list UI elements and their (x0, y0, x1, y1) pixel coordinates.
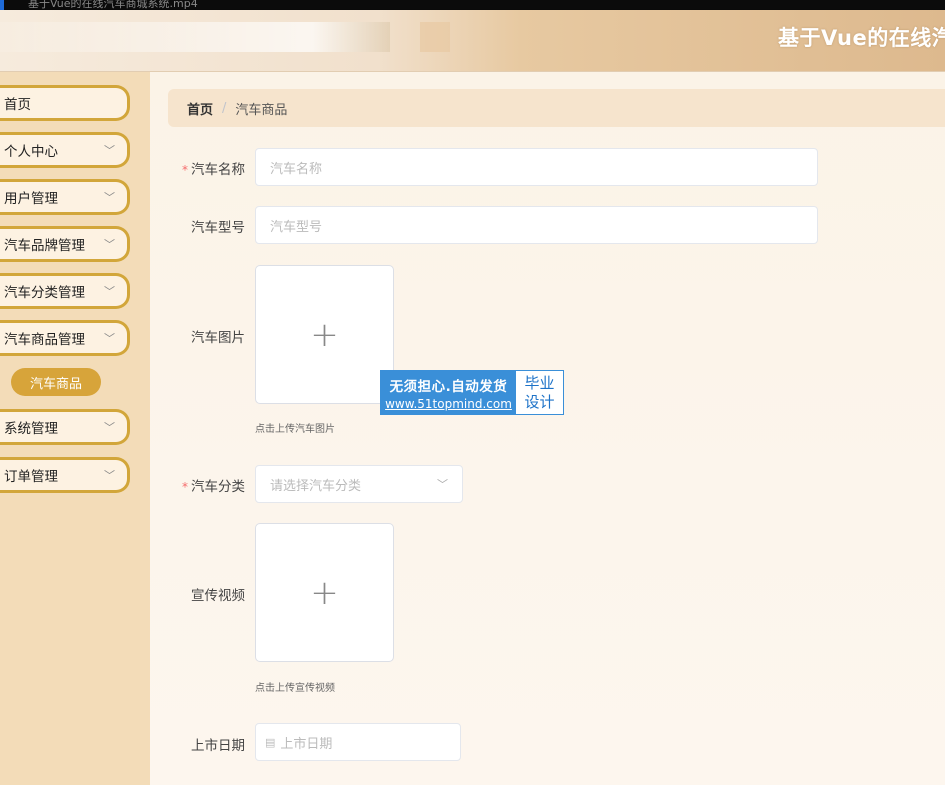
car-name-label-text: 汽车名称 (191, 162, 245, 178)
chevron-down-icon: ﹀ (104, 421, 115, 434)
chevron-down-icon: ﹀ (104, 469, 115, 482)
chevron-down-icon: ﹀ (104, 144, 115, 157)
header-decoration (420, 22, 450, 52)
car-name-input[interactable]: 汽车名称 (255, 148, 818, 186)
chevron-down-icon: ﹀ (104, 191, 115, 204)
header-logo-area (0, 22, 390, 52)
main-content: 首页 / 汽车商品 * 汽车名称 汽车名称 汽车型号 汽车型号 汽车图片 + 点击… (150, 72, 945, 785)
sidebar-item-order-management[interactable]: 订单管理 ﹀ (0, 457, 130, 493)
watermark-right1: 毕业 (524, 373, 555, 392)
car-name-placeholder: 汽车名称 (270, 161, 323, 177)
plus-icon: + (310, 572, 339, 613)
chevron-down-icon: ﹀ (437, 478, 448, 491)
car-model-placeholder: 汽车型号 (270, 219, 323, 235)
sidebar-item-label: 汽车商品管理 (4, 332, 85, 348)
window-title: 基于Vue的在线汽车商城系统.mp4 (28, 0, 198, 10)
promo-video-label: 宣传视频 (191, 588, 245, 604)
release-date-label: 上市日期 (191, 738, 245, 754)
car-image-tip: 点击上传汽车图片 (255, 424, 335, 435)
car-model-label: 汽车型号 (191, 220, 245, 236)
car-image-label: 汽车图片 (191, 330, 245, 346)
watermark-right2: 设计 (524, 392, 555, 411)
sidebar-item-label: 汽车品牌管理 (4, 238, 85, 254)
sidebar-item-personal-center[interactable]: 个人中心 ﹀ (0, 132, 130, 168)
chevron-down-icon: ﹀ (104, 332, 115, 345)
promo-video-upload[interactable]: + (255, 523, 394, 662)
chevron-down-icon: ﹀ (104, 285, 115, 298)
site-title: 基于Vue的在线汽 (778, 26, 945, 50)
chevron-down-icon: ﹀ (104, 238, 115, 251)
car-image-upload[interactable]: + (255, 265, 394, 404)
sidebar-item-brand-management[interactable]: 汽车品牌管理 ﹀ (0, 226, 130, 262)
sidebar-menu: 首页 个人中心 ﹀ 用户管理 ﹀ 汽车品牌管理 ﹀ 汽车分类管理 ﹀ 汽车商品管… (0, 72, 150, 785)
car-name-label: * 汽车名称 (150, 158, 245, 178)
top-header: 基于Vue的在线汽 (0, 10, 945, 72)
plus-icon: + (310, 314, 339, 355)
watermark-banner: 无须担心.自动发货 www.51topmind.com 毕业 设计 (380, 370, 564, 415)
sidebar-item-category-management[interactable]: 汽车分类管理 ﹀ (0, 273, 130, 309)
car-model-input[interactable]: 汽车型号 (255, 206, 818, 244)
sidebar-item-label: 首页 (4, 97, 31, 113)
sidebar-subitem-car-products[interactable]: 汽车商品 (11, 368, 101, 396)
sidebar-item-label: 用户管理 (4, 191, 58, 207)
watermark-url: www.51topmind.com (385, 396, 512, 411)
sidebar-item-product-management[interactable]: 汽车商品管理 ﹀ (0, 320, 130, 356)
car-category-select[interactable]: 请选择汽车分类 ﹀ (255, 465, 463, 503)
sidebar-item-system-management[interactable]: 系统管理 ﹀ (0, 409, 130, 445)
sidebar-item-label: 系统管理 (4, 421, 58, 437)
release-date-picker[interactable]: ▤ 上市日期 (255, 723, 461, 761)
car-category-placeholder: 请选择汽车分类 (270, 478, 362, 494)
car-category-label-text: 汽车分类 (191, 479, 245, 495)
watermark-line1: 无须担心.自动发货 (389, 378, 508, 395)
watermark-right: 毕业 设计 (516, 371, 563, 414)
breadcrumb: 首页 / 汽车商品 (168, 89, 945, 127)
car-category-label: * 汽车分类 (150, 475, 245, 495)
sidebar-item-home[interactable]: 首页 (0, 85, 130, 121)
sidebar-item-label: 汽车分类管理 (4, 285, 85, 301)
breadcrumb-current: 汽车商品 (235, 102, 288, 118)
breadcrumb-separator: / (222, 100, 227, 116)
sidebar-item-label: 订单管理 (4, 469, 58, 485)
required-asterisk: * (182, 163, 188, 177)
window-titlebar: 基于Vue的在线汽车商城系统.mp4 (0, 0, 945, 10)
release-date-placeholder: 上市日期 (280, 736, 333, 752)
breadcrumb-home[interactable]: 首页 (187, 99, 213, 118)
required-asterisk: * (182, 480, 188, 494)
watermark-left: 无须担心.自动发货 www.51topmind.com (381, 371, 516, 414)
calendar-icon: ▤ (265, 735, 276, 749)
sidebar-item-user-management[interactable]: 用户管理 ﹀ (0, 179, 130, 215)
app-icon (0, 0, 4, 10)
sidebar-item-label: 个人中心 (4, 144, 58, 160)
promo-video-tip: 点击上传宣传视频 (255, 683, 335, 694)
